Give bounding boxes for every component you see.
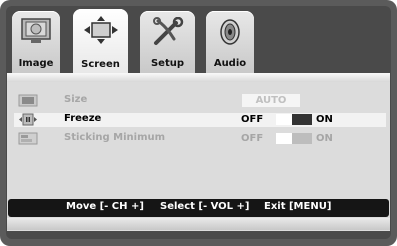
tab-screen[interactable]: Screen — [73, 9, 128, 74]
freeze-off-option[interactable]: OFF — [241, 113, 263, 126]
footer-exit-hint: Exit [MENU] — [264, 201, 332, 212]
setting-row-freeze[interactable]: Freeze OFF ON — [14, 113, 386, 127]
sticking-minimum-toggle[interactable] — [276, 133, 312, 144]
speaker-icon — [220, 19, 240, 45]
tab-setup[interactable]: Setup — [140, 11, 195, 73]
monitor-icon — [21, 18, 51, 43]
sticking-minimum-on-option[interactable]: ON — [316, 132, 333, 145]
footer-hint-bar: Move [- CH +] Select [- VOL +] Exit [MEN… — [8, 199, 389, 217]
sticking-minimum-icon — [18, 132, 38, 145]
bottom-strip — [7, 218, 390, 230]
setting-row-size[interactable]: Size AUTO — [14, 94, 386, 108]
setting-label-sticking-minimum: Sticking Minimum — [64, 132, 166, 143]
size-value[interactable]: AUTO — [242, 94, 300, 107]
footer-move-hint: Move [- CH +] — [66, 201, 144, 212]
freeze-toggle[interactable] — [276, 114, 312, 125]
tools-icon — [152, 17, 183, 45]
setting-label-size: Size — [64, 94, 88, 105]
size-icon — [18, 94, 38, 107]
footer-select-hint: Select [- VOL +] — [160, 201, 250, 212]
freeze-icon — [19, 113, 37, 126]
setting-row-sticking-minimum[interactable]: Sticking Minimum OFF ON — [14, 132, 386, 146]
setting-label-freeze: Freeze — [64, 113, 102, 124]
tab-label-setup: Setup — [150, 58, 185, 69]
tab-label-audio: Audio — [213, 58, 247, 69]
freeze-on-option[interactable]: ON — [316, 113, 333, 126]
screen-arrows-icon — [83, 16, 118, 44]
tab-label-screen: Screen — [81, 59, 120, 70]
tab-audio[interactable]: Audio — [206, 11, 254, 73]
panel-header-strip — [7, 74, 390, 82]
tab-label-image: Image — [18, 58, 54, 69]
sticking-minimum-off-option[interactable]: OFF — [241, 132, 263, 145]
tab-image[interactable]: Image — [12, 11, 60, 73]
